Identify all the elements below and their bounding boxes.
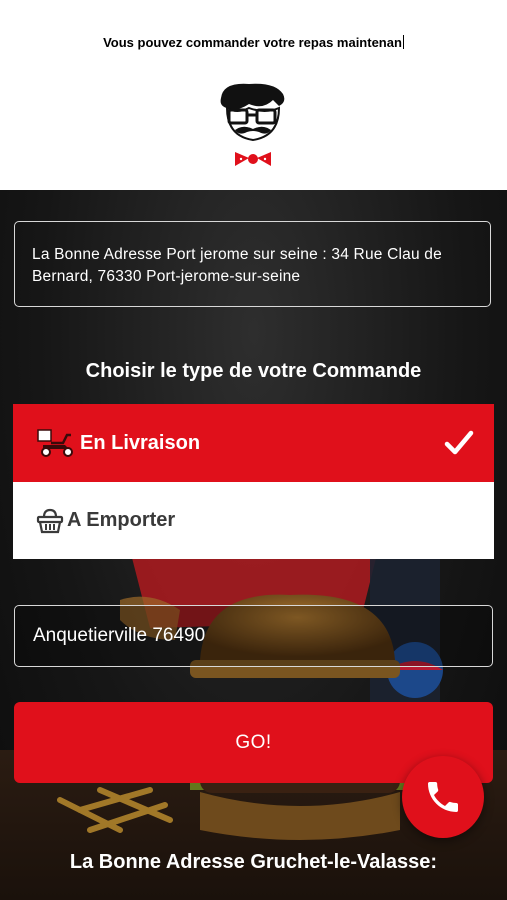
- text-cursor: [402, 35, 404, 49]
- phone-icon: [428, 782, 458, 812]
- order-type-delivery-label: En Livraison: [80, 431, 201, 454]
- checkmark-icon: [444, 430, 474, 455]
- marquee-text: Vous pouvez commander votre repas mainte…: [0, 35, 507, 50]
- brand-logo-icon: [220, 83, 285, 166]
- store-section-title: La Bonne Adresse Gruchet-le-Valasse:: [69, 851, 438, 873]
- marquee-text-content: Vous pouvez commander votre repas mainte…: [103, 35, 402, 50]
- call-button[interactable]: [402, 756, 484, 838]
- app-header: Vous pouvez commander votre repas mainte…: [0, 0, 507, 190]
- city-input[interactable]: [14, 605, 493, 667]
- order-panel: La Bonne Adresse Port jerome sur seine :…: [0, 190, 507, 900]
- order-type-delivery[interactable]: En Livraison: [13, 404, 494, 482]
- order-type-takeaway[interactable]: A Emporter: [13, 482, 494, 559]
- order-type-title: Choisir le type de votre Commande: [85, 360, 422, 382]
- scooter-icon: [34, 429, 80, 457]
- selected-store-address[interactable]: La Bonne Adresse Port jerome sur seine :…: [14, 221, 491, 307]
- order-type-takeaway-label: A Emporter: [67, 509, 176, 531]
- basket-icon: [33, 508, 67, 534]
